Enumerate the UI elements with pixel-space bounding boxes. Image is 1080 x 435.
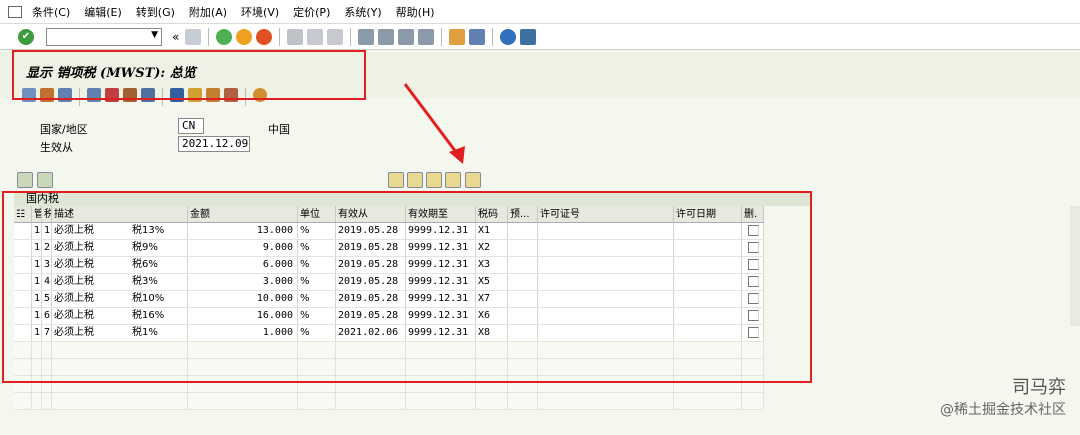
filter-icon[interactable] bbox=[426, 172, 442, 188]
empty-cell bbox=[42, 393, 52, 409]
shortcut-icon[interactable] bbox=[469, 28, 486, 45]
watermark-sub: @稀土掘金技术社区 bbox=[940, 402, 1066, 418]
valid-from-label: 生效从 bbox=[40, 141, 73, 154]
cancel-icon[interactable] bbox=[256, 28, 273, 45]
menu-conditions[interactable]: 条件(C) bbox=[32, 4, 70, 20]
menu-system[interactable]: 系统(Y) bbox=[344, 4, 381, 20]
empty-cell bbox=[508, 393, 538, 409]
highlight-box-title bbox=[12, 50, 366, 100]
empty-cell bbox=[52, 393, 188, 409]
menu-environment[interactable]: 环境(V) bbox=[241, 4, 279, 20]
menu-bar: 条件(C) 编辑(E) 转到(G) 附加(A) 环境(V) 定价(P) 系统(Y… bbox=[0, 0, 1080, 24]
select-all-icon[interactable] bbox=[17, 172, 33, 188]
new-session-icon[interactable] bbox=[449, 28, 466, 45]
country-field[interactable]: CN bbox=[178, 118, 204, 134]
menu-goto[interactable]: 转到(G) bbox=[136, 4, 175, 20]
help-icon[interactable] bbox=[500, 28, 517, 45]
command-field[interactable]: ▼ bbox=[46, 27, 162, 46]
empty-cell bbox=[188, 393, 298, 409]
separator bbox=[208, 27, 210, 46]
sort-ascending-icon[interactable] bbox=[445, 172, 461, 188]
sort-descending-icon[interactable] bbox=[465, 172, 481, 188]
print-icon[interactable] bbox=[287, 28, 304, 45]
standard-toolbar: ✔ ▼ « bbox=[0, 24, 1080, 50]
separator bbox=[441, 27, 443, 46]
country-label: 国家/地区 bbox=[40, 123, 88, 136]
empty-cell bbox=[476, 393, 508, 409]
exit-icon[interactable] bbox=[236, 28, 253, 45]
enter-check-icon[interactable]: ✔ bbox=[18, 28, 34, 45]
find-next-icon[interactable] bbox=[407, 172, 423, 188]
find-next-icon[interactable] bbox=[327, 28, 344, 45]
empty-cell bbox=[538, 393, 674, 409]
empty-cell bbox=[674, 393, 742, 409]
back-icon[interactable] bbox=[216, 28, 233, 45]
menu-edit[interactable]: 编辑(E) bbox=[84, 4, 122, 20]
menu-help[interactable]: 帮助(H) bbox=[396, 4, 435, 20]
red-arrow-icon bbox=[403, 83, 465, 164]
empty-cell bbox=[742, 393, 764, 409]
last-page-icon[interactable] bbox=[418, 28, 435, 45]
empty-cell bbox=[298, 393, 336, 409]
next-page-icon[interactable] bbox=[398, 28, 415, 45]
vertical-scrollbar[interactable] bbox=[1070, 206, 1080, 326]
empty-cell bbox=[406, 393, 476, 409]
find-icon[interactable] bbox=[307, 28, 324, 45]
highlight-box-table bbox=[2, 191, 812, 383]
separator bbox=[492, 27, 494, 46]
menu-icon[interactable] bbox=[8, 5, 22, 18]
menu-pricing[interactable]: 定价(P) bbox=[293, 4, 330, 20]
empty-row bbox=[14, 393, 764, 410]
separator bbox=[350, 27, 352, 46]
menu-extras[interactable]: 附加(A) bbox=[189, 4, 227, 20]
watermark: 司马弈 @稀土掘金技术社区 bbox=[940, 373, 1066, 419]
empty-cell bbox=[336, 393, 406, 409]
nav-back-icon[interactable]: « bbox=[172, 30, 179, 44]
previous-page-icon[interactable] bbox=[378, 28, 395, 45]
deselect-all-icon[interactable] bbox=[37, 172, 53, 188]
chevron-down-icon[interactable]: ▼ bbox=[151, 30, 158, 40]
separator bbox=[279, 27, 281, 46]
find-icon[interactable] bbox=[388, 172, 404, 188]
empty-cell bbox=[32, 393, 42, 409]
valid-from-field[interactable]: 2021.12.09 bbox=[178, 136, 250, 152]
country-name: 中国 bbox=[268, 123, 290, 136]
watermark-name: 司马弈 bbox=[1012, 377, 1066, 398]
first-page-icon[interactable] bbox=[358, 28, 375, 45]
save-icon[interactable] bbox=[185, 28, 202, 45]
layout-icon[interactable] bbox=[520, 28, 537, 45]
empty-cell bbox=[14, 393, 32, 409]
